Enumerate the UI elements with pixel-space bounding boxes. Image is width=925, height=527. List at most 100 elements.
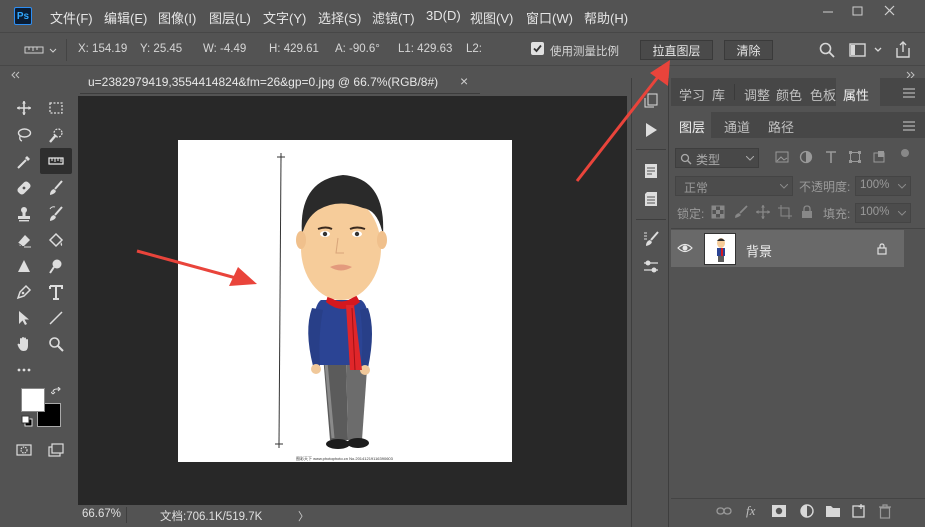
menu-view[interactable]: 视图(V) [470, 8, 513, 27]
close-window-button[interactable] [880, 4, 900, 18]
menu-type[interactable]: 文字(Y) [263, 8, 306, 27]
filter-pixel-layers[interactable] [775, 150, 789, 164]
menu-file[interactable]: 文件(F) [50, 8, 93, 27]
new-group-button[interactable] [825, 503, 841, 519]
tab-adjustments[interactable]: 调整 [744, 85, 770, 104]
brush-settings-button[interactable] [642, 230, 660, 248]
visibility-eye-icon[interactable] [677, 242, 693, 254]
history-panel-button[interactable] [642, 91, 660, 109]
measure-start-handle [277, 153, 285, 161]
menu-help[interactable]: 帮助(H) [584, 8, 628, 27]
actions-panel-button[interactable] [642, 121, 660, 139]
zoom-tool[interactable] [44, 332, 68, 356]
collapse-toolbar-icon[interactable] [9, 68, 21, 79]
quick-mask-button[interactable] [12, 438, 36, 462]
blend-mode-dropdown[interactable]: 正常 [675, 176, 793, 196]
menu-select[interactable]: 选择(S) [318, 8, 361, 27]
tab-layers[interactable]: 图层 [679, 117, 705, 136]
paragraph-panel-button[interactable] [642, 190, 660, 208]
panel-menu-icon[interactable] [903, 87, 915, 98]
filter-toggle-icon[interactable] [901, 149, 909, 157]
brush-tool[interactable] [44, 176, 68, 200]
menu-filter[interactable]: 滤镜(T) [372, 8, 415, 27]
tab-channels[interactable]: 通道 [724, 117, 750, 136]
filter-smart-objects[interactable] [872, 150, 886, 164]
straighten-layer-button[interactable]: 拉直图层 [640, 40, 713, 60]
eyedropper-tool[interactable] [12, 150, 36, 174]
ruler-tool-preset[interactable] [24, 41, 58, 59]
menu-edit[interactable]: 编辑(E) [104, 8, 147, 27]
clear-button[interactable]: 清除 [724, 40, 773, 60]
marquee-tool[interactable] [44, 96, 68, 120]
character-panel-button[interactable] [642, 162, 660, 180]
sharpen-tool[interactable] [12, 254, 36, 278]
layer-name[interactable]: 背景 [746, 241, 772, 260]
workspace-switcher[interactable] [848, 41, 884, 59]
zoom-level[interactable]: 66.67% [82, 508, 121, 520]
layers-panel-menu-icon[interactable] [903, 120, 915, 131]
filter-shape-layers[interactable] [848, 150, 862, 164]
fx-icon[interactable]: fx [745, 501, 763, 519]
move-tool[interactable] [12, 96, 36, 120]
lock-image-pixels[interactable] [734, 205, 748, 219]
tool-presets-button[interactable] [642, 258, 660, 276]
search-button[interactable] [818, 41, 836, 59]
menu-image[interactable]: 图像(I) [158, 8, 196, 27]
minimize-button[interactable] [818, 4, 838, 18]
foreground-color-swatch[interactable] [21, 388, 45, 412]
new-layer-button[interactable] [851, 503, 867, 519]
dodge-tool[interactable] [44, 254, 68, 278]
swap-colors-icon[interactable] [50, 386, 63, 399]
tab-paths[interactable]: 路径 [768, 117, 794, 136]
pen-tool[interactable] [12, 280, 36, 304]
more-tools-button[interactable] [12, 358, 36, 382]
lock-position[interactable] [756, 205, 770, 219]
screen-mode-button[interactable] [44, 438, 68, 462]
healing-brush-tool[interactable] [12, 176, 36, 200]
expand-panels-icon[interactable] [905, 68, 917, 79]
tab-swatches[interactable]: 色板 [810, 85, 836, 104]
tab-color[interactable]: 颜色 [776, 85, 802, 104]
document-tab[interactable]: u=2382979419,3554414824&fm=26&gp=0.jpg @… [80, 70, 480, 94]
close-document-icon[interactable]: × [460, 73, 468, 89]
add-mask-button[interactable] [771, 503, 787, 519]
filter-adjustment-layers[interactable] [799, 150, 813, 164]
delete-layer-button[interactable] [877, 503, 893, 519]
menu-window[interactable]: 窗口(W) [526, 8, 573, 27]
line-tool[interactable] [44, 306, 68, 330]
lasso-tool[interactable] [12, 123, 36, 147]
document-canvas[interactable]: 图彩天下 www.photophoto.cn No.20141219116390… [178, 140, 512, 462]
maximize-button[interactable] [848, 4, 868, 18]
opacity-field[interactable]: 100% [855, 176, 911, 196]
lock-all[interactable] [800, 205, 814, 219]
filter-type-layers[interactable] [824, 150, 838, 164]
move-icon [17, 101, 31, 115]
quick-selection-tool[interactable] [44, 123, 68, 147]
chevron-down-icon [898, 211, 906, 216]
layer-row-background[interactable]: 背景 [671, 230, 904, 267]
tab-learn[interactable]: 学习 [679, 85, 705, 104]
tab-libraries[interactable]: 库 [712, 85, 725, 104]
link-layers-button[interactable] [716, 503, 732, 519]
shape-icon [849, 151, 861, 163]
tab-properties[interactable]: 属性 [843, 85, 869, 104]
default-colors-icon[interactable] [21, 415, 33, 427]
ruler-tool[interactable] [40, 148, 72, 174]
history-brush-tool[interactable] [44, 202, 68, 226]
type-tool[interactable] [44, 280, 68, 304]
hand-tool[interactable] [12, 332, 36, 356]
menu-layer[interactable]: 图层(L) [209, 8, 251, 27]
lock-transparent-pixels[interactable] [711, 205, 725, 219]
lock-artboard[interactable] [778, 205, 792, 219]
paint-bucket-tool[interactable] [44, 228, 68, 252]
layer-filter-dropdown[interactable]: 类型 [675, 148, 759, 168]
status-menu-arrow[interactable]: 〉 [298, 508, 309, 524]
menu-3d[interactable]: 3D(D) [426, 8, 461, 23]
measure-scale-checkbox[interactable] [531, 42, 544, 55]
share-button[interactable] [894, 40, 912, 60]
new-adjustment-layer-button[interactable] [799, 503, 815, 519]
clone-stamp-tool[interactable] [12, 202, 36, 226]
path-selection-tool[interactable] [12, 306, 36, 330]
fill-field[interactable]: 100% [855, 203, 911, 223]
eraser-tool[interactable] [12, 228, 36, 252]
